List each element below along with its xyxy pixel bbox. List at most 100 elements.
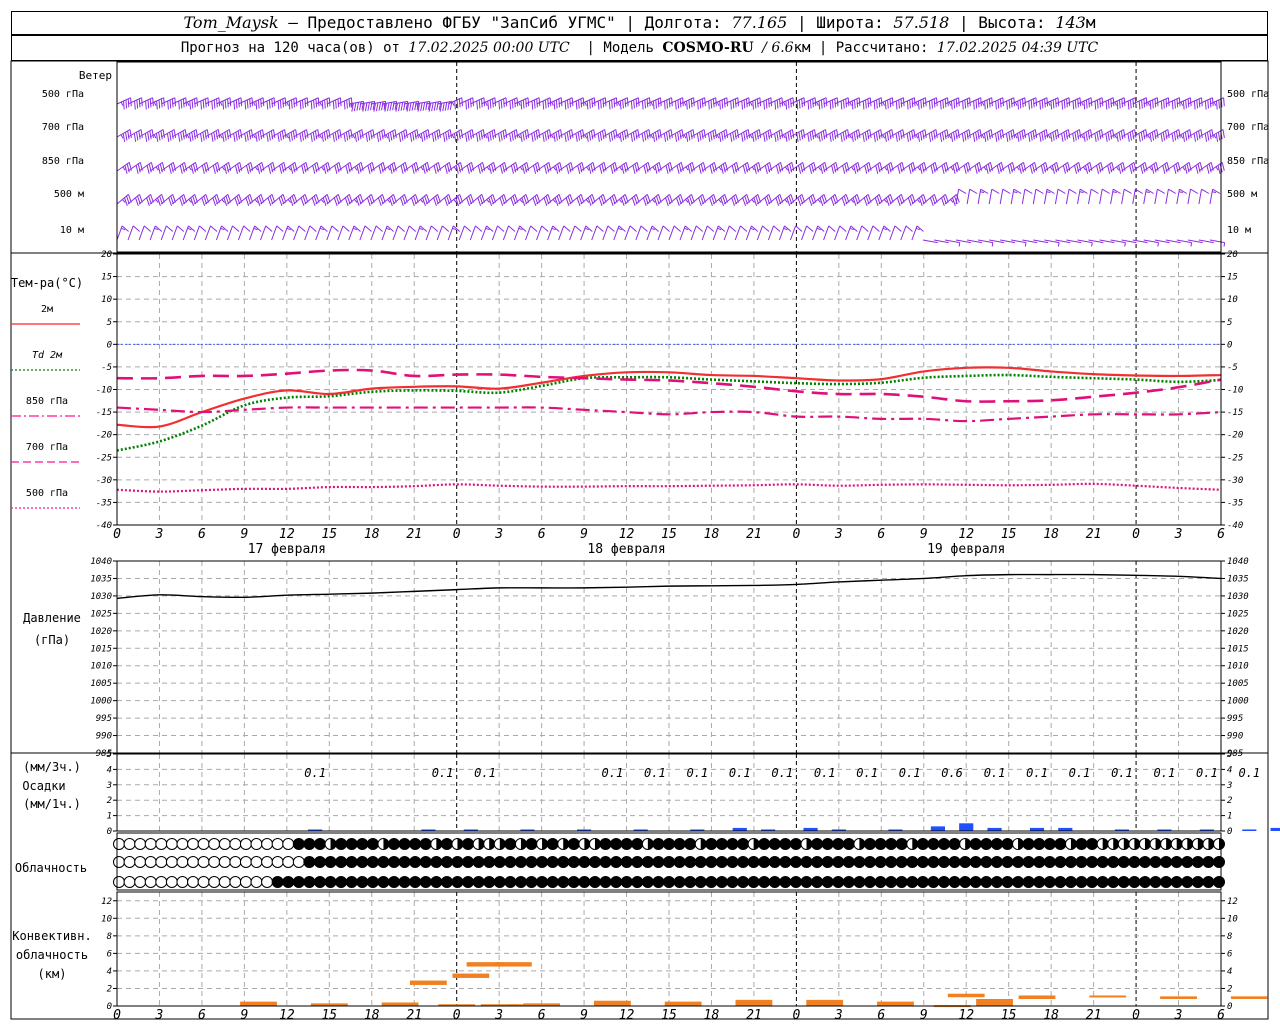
cloud-overcast	[1022, 876, 1035, 888]
cloud-overcast	[906, 876, 919, 888]
wind-barb	[1110, 239, 1126, 247]
hour-label-bottom: 15	[1001, 1008, 1017, 1023]
y-tick-label-right: 3	[1226, 781, 1232, 791]
y-tick-label-left: -30	[96, 476, 112, 486]
cloud-clear	[165, 876, 178, 888]
cloud-overcast	[779, 838, 792, 850]
cloud-overcast	[832, 876, 845, 888]
hour-label-bottom: 15	[321, 1008, 337, 1023]
cloud-overcast	[504, 838, 517, 850]
wind-barb	[1054, 188, 1066, 205]
temp-legend-label: 850 гПа	[26, 396, 68, 407]
temp-title: Тем-ра(°C)	[11, 276, 83, 290]
y-tick-label-right: -10	[1227, 386, 1243, 396]
wind-barbs	[116, 97, 1226, 247]
day-label: 17 февраля	[248, 542, 326, 557]
cloud-overcast	[1138, 876, 1151, 888]
y-tick-label-right: 1035	[1227, 574, 1249, 584]
wind-barb	[116, 129, 132, 142]
wind-barb	[812, 225, 825, 241]
cloud-clear	[229, 876, 242, 888]
cloud-overcast	[726, 876, 739, 888]
wind-barb	[580, 225, 593, 241]
cloud-clear	[229, 838, 242, 850]
y-tick-label-left: 1010	[90, 662, 112, 672]
wind-barb	[591, 225, 604, 241]
cloud-clear	[155, 838, 168, 850]
cloud-overcast	[366, 876, 379, 888]
wind-barb	[116, 194, 132, 206]
wind-barb	[944, 239, 961, 247]
cloud-overcast	[546, 856, 559, 868]
cloud-overcast	[1213, 856, 1225, 868]
cloud-overcast	[377, 856, 390, 868]
cloud-overcast	[737, 856, 750, 868]
wind-barb	[502, 225, 516, 241]
cloud-overcast	[1075, 856, 1088, 868]
cloud-overcast	[938, 856, 950, 868]
cloud-overcast	[1064, 876, 1077, 888]
cloud-overcast	[409, 856, 422, 868]
cloud-overcast	[906, 856, 919, 868]
cloud-overcast	[546, 838, 559, 850]
hour-label-temp: 6	[877, 527, 885, 542]
cloud-overcast	[388, 838, 400, 850]
hour-label-bottom: 9	[920, 1008, 928, 1023]
wind-barb	[1021, 188, 1033, 205]
cloud-overcast	[811, 876, 824, 888]
cloud-overcast	[948, 838, 961, 850]
cloud-overcast	[874, 838, 887, 850]
wind-barb	[999, 188, 1011, 205]
wind-barb	[480, 225, 494, 241]
hour-label-bottom: 3	[834, 1008, 843, 1023]
cloud-clear	[250, 838, 263, 850]
cloud-overcast	[313, 838, 326, 850]
cloud-overcast	[1022, 856, 1035, 868]
wind-level-label-right: 500 м	[1227, 189, 1257, 200]
convective-bar	[1160, 996, 1197, 999]
y-tick-label-right: 1005	[1227, 679, 1249, 689]
cloud-overcast	[567, 856, 580, 868]
precip-3h-total: 0.1	[899, 766, 921, 780]
wind-barb	[845, 225, 858, 241]
y-tick-label-left: -20	[96, 431, 112, 441]
y-tick-label-right: 1010	[1227, 662, 1249, 672]
cloud-overcast	[536, 876, 549, 888]
wind-barb	[1010, 188, 1022, 205]
cloud-overcast	[1033, 838, 1046, 850]
hour-label-temp: 6	[1217, 527, 1225, 542]
cloud-overcast	[599, 856, 612, 868]
cloud-overcast	[885, 876, 898, 888]
day-label: 18 февраля	[587, 542, 665, 557]
cloud-overcast	[588, 856, 601, 868]
cloud-overcast	[557, 876, 570, 888]
cloud-overcast	[620, 856, 633, 868]
y-tick-label-left: 10	[101, 295, 112, 305]
precip-3h-total: 0.1	[771, 766, 793, 780]
cloud-overcast	[1149, 876, 1162, 888]
cloud-overcast	[715, 838, 728, 850]
convective-bar	[806, 999, 844, 1006]
cloud-overcast	[811, 856, 824, 868]
cloud-overcast	[853, 856, 866, 868]
precip-3h-total: 0.1	[602, 766, 624, 780]
cloud-clear	[250, 876, 263, 888]
wind-barb	[415, 100, 431, 112]
cloud-overcast	[990, 876, 1003, 888]
cloud-overcast	[557, 856, 570, 868]
wind-barb	[513, 225, 527, 241]
cloud-overcast	[440, 838, 453, 850]
cloud-overcast	[1213, 876, 1225, 888]
cloud-overcast	[514, 856, 527, 868]
wind-barb	[745, 225, 759, 241]
cloud-overcast	[1096, 876, 1109, 888]
cloud-overcast	[356, 856, 369, 868]
wind-barb	[569, 225, 582, 241]
y-tick-label-right: -20	[1227, 431, 1243, 441]
cloud-overcast	[863, 856, 876, 868]
cloud-overcast	[525, 876, 538, 888]
cloud-overcast	[335, 876, 348, 888]
cloud-overcast	[377, 876, 390, 888]
cloud-overcast	[366, 856, 379, 868]
cloud-overcast	[620, 876, 633, 888]
